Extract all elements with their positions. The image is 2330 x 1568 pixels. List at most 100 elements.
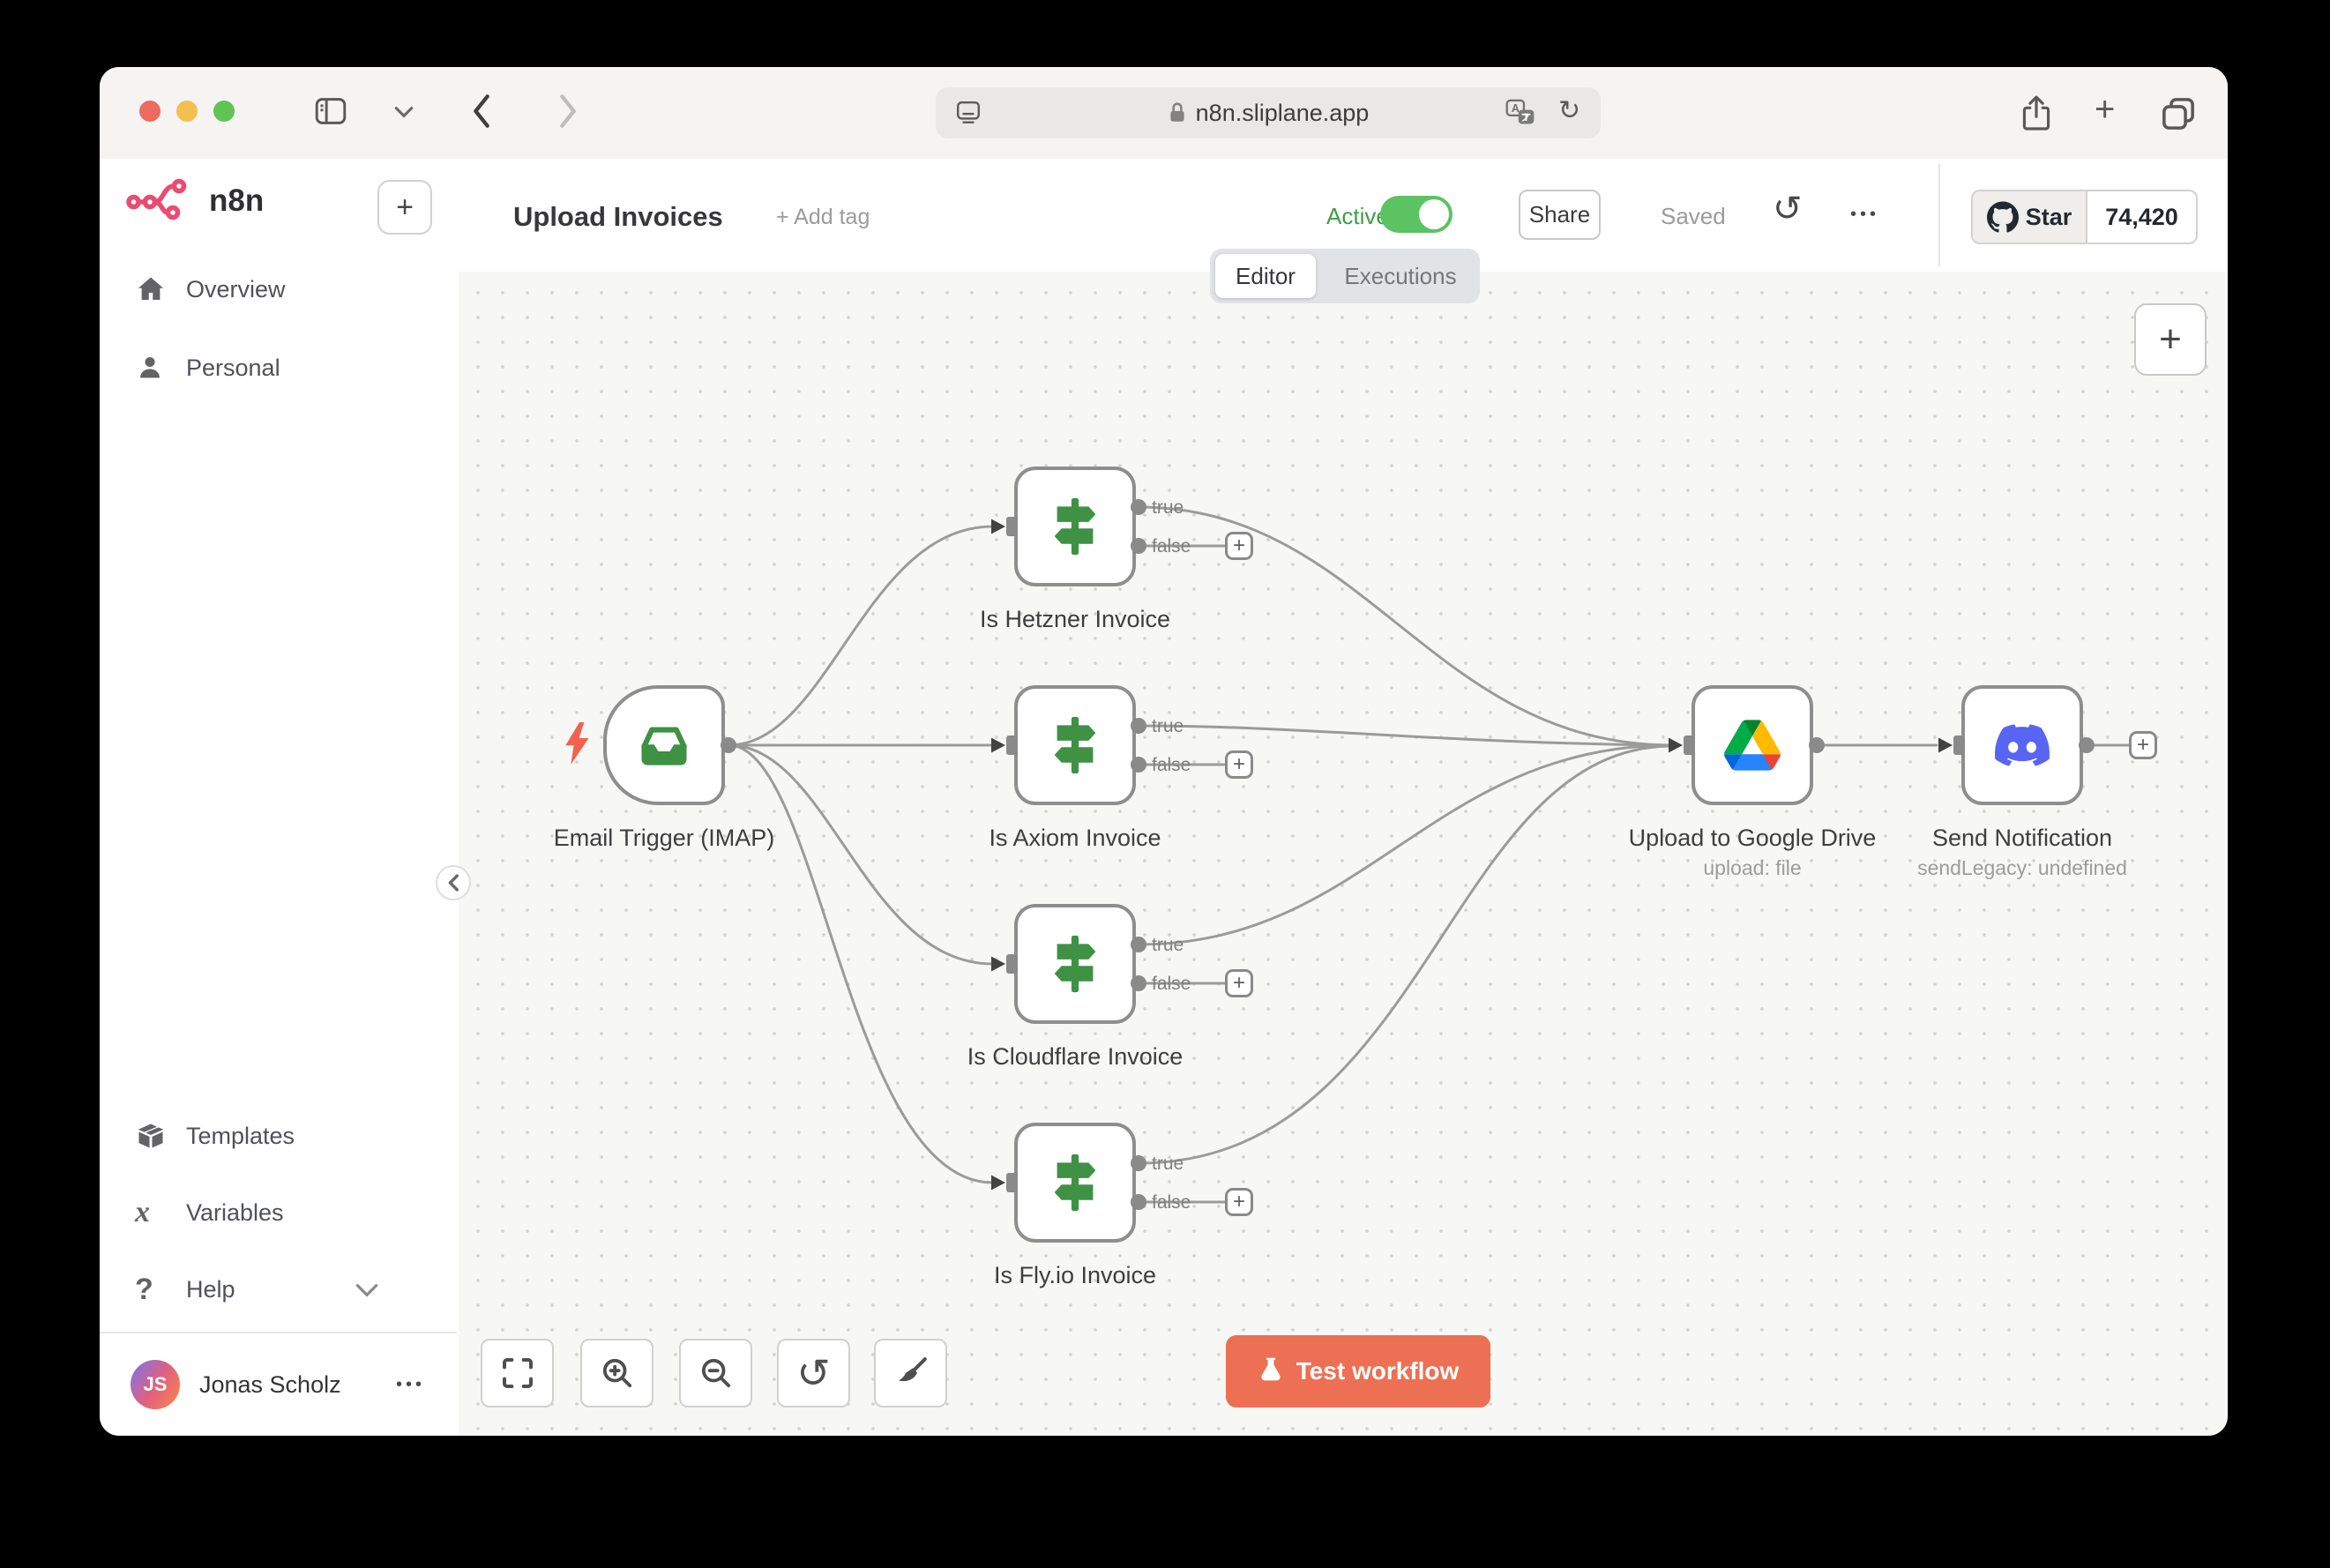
translate-icon[interactable]: A bbox=[1505, 99, 1535, 127]
sidebar-item-help[interactable]: ? Help bbox=[100, 1266, 457, 1312]
sidebar-item-overview[interactable]: Overview bbox=[100, 266, 457, 312]
node-if-cloudflare[interactable] bbox=[1014, 904, 1136, 1024]
add-node-port-button[interactable]: + bbox=[1225, 750, 1253, 779]
editor-executions-tabs: Editor Executions bbox=[1210, 249, 1480, 303]
node-if-hetzner[interactable] bbox=[1014, 467, 1136, 586]
node-label: Email Trigger (IMAP) bbox=[514, 825, 814, 852]
more-options-icon[interactable]: ••• bbox=[1850, 205, 1879, 225]
workflow-canvas[interactable]: Email Trigger (IMAP) Is Hetzner Invoice … bbox=[459, 272, 2228, 1436]
node-label: Is Hetzner Invoice bbox=[925, 606, 1225, 633]
svg-text:true: true bbox=[1152, 716, 1184, 736]
share-button[interactable]: Share bbox=[1519, 190, 1601, 240]
if-signpost-icon bbox=[1044, 496, 1106, 557]
lock-icon bbox=[1168, 101, 1187, 124]
inbox-icon bbox=[633, 714, 695, 776]
minimize-window-button[interactable] bbox=[176, 101, 198, 122]
add-node-port-button[interactable]: + bbox=[1225, 1188, 1253, 1216]
svg-text:true: true bbox=[1152, 497, 1184, 518]
screen: n8n.sliplane.app A ↻ bbox=[0, 0, 2330, 1568]
zoom-out-button[interactable] bbox=[679, 1339, 752, 1407]
node-subtitle: upload: file bbox=[1602, 856, 1902, 880]
node-email-trigger[interactable] bbox=[603, 685, 725, 805]
workflow-title[interactable]: Upload Invoices bbox=[513, 201, 723, 233]
canvas-add-node-button[interactable]: + bbox=[2134, 303, 2207, 376]
github-icon bbox=[1987, 201, 2019, 233]
sidebar-item-label: Help bbox=[186, 1276, 235, 1303]
github-star-widget[interactable]: Star 74,420 bbox=[1971, 190, 2198, 244]
sidebar-item-label: Templates bbox=[186, 1123, 295, 1150]
collapse-sidebar-button[interactable] bbox=[436, 865, 471, 900]
address-bar[interactable]: n8n.sliplane.app A ↻ bbox=[936, 87, 1601, 138]
discord-icon bbox=[1995, 718, 2050, 773]
user-menu[interactable]: JS Jonas Scholz ••• bbox=[131, 1358, 430, 1411]
active-toggle[interactable] bbox=[1380, 196, 1453, 233]
app-sidebar: n8n + Overview Personal bbox=[100, 159, 460, 1436]
node-label: Send Notification bbox=[1872, 825, 2172, 852]
connection bbox=[1139, 746, 1670, 1163]
node-discord[interactable] bbox=[1961, 685, 2083, 805]
avatar: JS bbox=[131, 1360, 180, 1409]
test-workflow-button[interactable]: Test workflow bbox=[1226, 1335, 1490, 1407]
connection bbox=[728, 526, 993, 745]
broom-icon bbox=[893, 1355, 929, 1391]
n8n-logo-icon[interactable] bbox=[126, 178, 200, 225]
zoom-window-button[interactable] bbox=[213, 101, 235, 122]
forward-icon[interactable] bbox=[556, 93, 579, 129]
star-label: Star bbox=[2026, 204, 2072, 231]
sidebar-toggle-icon[interactable] bbox=[314, 96, 347, 126]
reload-icon[interactable]: ↻ bbox=[1558, 95, 1580, 126]
test-workflow-label: Test workflow bbox=[1296, 1357, 1460, 1385]
zoom-in-button[interactable] bbox=[580, 1339, 653, 1407]
svg-text:A: A bbox=[1512, 102, 1520, 115]
chevron-down-icon bbox=[355, 1276, 378, 1303]
tidy-up-button[interactable] bbox=[874, 1339, 947, 1407]
add-node-port-button[interactable]: + bbox=[1225, 969, 1253, 997]
history-icon[interactable]: ↺ bbox=[1773, 189, 1803, 229]
share-icon[interactable] bbox=[2019, 93, 2054, 132]
new-tab-icon[interactable]: + bbox=[2095, 90, 2115, 130]
tab-executions[interactable]: Executions bbox=[1321, 249, 1480, 303]
page-settings-icon[interactable] bbox=[955, 100, 982, 126]
connection bbox=[728, 745, 993, 1183]
node-subtitle: sendLegacy: undefined bbox=[1872, 856, 2172, 880]
github-star-button[interactable]: Star bbox=[1973, 191, 2087, 243]
if-signpost-icon bbox=[1044, 714, 1106, 776]
node-if-flyio[interactable] bbox=[1014, 1123, 1136, 1243]
sidebar-item-templates[interactable]: Templates bbox=[100, 1113, 457, 1159]
star-count: 74,420 bbox=[2087, 191, 2196, 243]
zoom-to-fit-button[interactable] bbox=[481, 1339, 554, 1407]
sidebar-item-label: Overview bbox=[186, 276, 286, 303]
svg-text:false: false bbox=[1152, 755, 1191, 775]
trigger-bolt-icon bbox=[561, 720, 593, 772]
app-name: n8n bbox=[209, 183, 264, 219]
port-labels: true false true false true false true fa… bbox=[1152, 497, 1191, 1213]
saved-status: Saved bbox=[1661, 203, 1726, 230]
tab-editor[interactable]: Editor bbox=[1210, 249, 1321, 303]
tab-overview-icon[interactable] bbox=[2160, 95, 2197, 132]
help-icon: ? bbox=[135, 1273, 186, 1307]
node-label: Is Fly.io Invoice bbox=[925, 1262, 1225, 1289]
sidebar-item-variables[interactable]: x Variables bbox=[100, 1190, 457, 1236]
user-options-icon[interactable]: ••• bbox=[396, 1375, 425, 1395]
chevron-down-icon[interactable] bbox=[394, 106, 414, 118]
node-label: Is Cloudflare Invoice bbox=[925, 1043, 1225, 1071]
home-icon bbox=[135, 273, 186, 305]
node-if-axiom[interactable] bbox=[1014, 685, 1136, 805]
back-icon[interactable] bbox=[470, 93, 493, 129]
close-window-button[interactable] bbox=[139, 101, 161, 122]
if-signpost-icon bbox=[1044, 933, 1106, 995]
browser-toolbar: n8n.sliplane.app A ↻ bbox=[100, 67, 2228, 161]
add-node-port-button[interactable]: + bbox=[1225, 532, 1253, 560]
connection bbox=[1139, 726, 1670, 745]
add-node-port-button[interactable]: + bbox=[2129, 731, 2157, 759]
node-google-drive[interactable] bbox=[1691, 685, 1813, 805]
google-drive-icon bbox=[1724, 720, 1781, 771]
node-label: Is Axiom Invoice bbox=[925, 825, 1225, 852]
add-tag-button[interactable]: + Add tag bbox=[776, 205, 870, 230]
url-text: n8n.sliplane.app bbox=[1196, 100, 1370, 127]
add-workflow-button[interactable]: + bbox=[377, 180, 432, 235]
sidebar-item-personal[interactable]: Personal bbox=[100, 345, 457, 391]
reset-zoom-button[interactable]: ↺ bbox=[777, 1339, 850, 1407]
sidebar-item-label: Variables bbox=[186, 1199, 284, 1227]
node-label: Upload to Google Drive bbox=[1602, 825, 1902, 852]
